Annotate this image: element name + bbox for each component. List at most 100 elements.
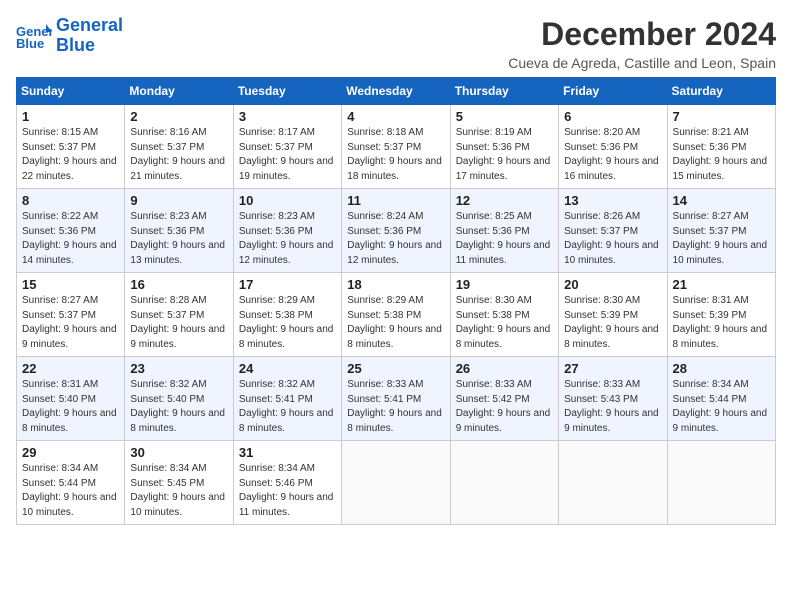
day-number: 7	[673, 109, 770, 124]
table-row: 23 Sunrise: 8:32 AMSunset: 5:40 PMDaylig…	[125, 357, 233, 441]
day-info: Sunrise: 8:15 AMSunset: 5:37 PMDaylight:…	[22, 126, 119, 184]
table-row: 26 Sunrise: 8:33 AMSunset: 5:42 PMDaylig…	[450, 357, 558, 441]
table-row: 17 Sunrise: 8:29 AMSunset: 5:38 PMDaylig…	[233, 273, 341, 357]
day-number: 21	[673, 277, 770, 292]
logo-icon: General Blue	[16, 22, 52, 50]
header-sunday: Sunday	[17, 78, 125, 105]
header-monday: Monday	[125, 78, 233, 105]
calendar-week-row: 22 Sunrise: 8:31 AMSunset: 5:40 PMDaylig…	[17, 357, 776, 441]
day-number: 27	[564, 361, 661, 376]
day-number: 2	[130, 109, 227, 124]
table-row: 12 Sunrise: 8:25 AMSunset: 5:36 PMDaylig…	[450, 189, 558, 273]
day-number: 30	[130, 445, 227, 460]
table-row: 8 Sunrise: 8:22 AMSunset: 5:36 PMDayligh…	[17, 189, 125, 273]
day-number: 12	[456, 193, 553, 208]
table-row: 7 Sunrise: 8:21 AMSunset: 5:36 PMDayligh…	[667, 105, 775, 189]
logo-text: General Blue	[56, 16, 123, 56]
table-row: 6 Sunrise: 8:20 AMSunset: 5:36 PMDayligh…	[559, 105, 667, 189]
calendar-week-row: 29 Sunrise: 8:34 AMSunset: 5:44 PMDaylig…	[17, 441, 776, 525]
day-info: Sunrise: 8:23 AMSunset: 5:36 PMDaylight:…	[239, 210, 336, 268]
day-number: 19	[456, 277, 553, 292]
day-info: Sunrise: 8:27 AMSunset: 5:37 PMDaylight:…	[673, 210, 770, 268]
day-number: 16	[130, 277, 227, 292]
day-number: 23	[130, 361, 227, 376]
day-info: Sunrise: 8:25 AMSunset: 5:36 PMDaylight:…	[456, 210, 553, 268]
day-info: Sunrise: 8:18 AMSunset: 5:37 PMDaylight:…	[347, 126, 444, 184]
day-number: 31	[239, 445, 336, 460]
day-info: Sunrise: 8:27 AMSunset: 5:37 PMDaylight:…	[22, 294, 119, 352]
day-number: 26	[456, 361, 553, 376]
header-tuesday: Tuesday	[233, 78, 341, 105]
page-header: General Blue General Blue December 2024 …	[16, 16, 776, 71]
day-number: 9	[130, 193, 227, 208]
table-row: 4 Sunrise: 8:18 AMSunset: 5:37 PMDayligh…	[342, 105, 450, 189]
day-number: 17	[239, 277, 336, 292]
table-row: 20 Sunrise: 8:30 AMSunset: 5:39 PMDaylig…	[559, 273, 667, 357]
header-wednesday: Wednesday	[342, 78, 450, 105]
day-info: Sunrise: 8:34 AMSunset: 5:45 PMDaylight:…	[130, 462, 227, 520]
header-thursday: Thursday	[450, 78, 558, 105]
day-info: Sunrise: 8:34 AMSunset: 5:44 PMDaylight:…	[22, 462, 119, 520]
table-row	[450, 441, 558, 525]
day-info: Sunrise: 8:21 AMSunset: 5:36 PMDaylight:…	[673, 126, 770, 184]
table-row: 16 Sunrise: 8:28 AMSunset: 5:37 PMDaylig…	[125, 273, 233, 357]
calendar-week-row: 1 Sunrise: 8:15 AMSunset: 5:37 PMDayligh…	[17, 105, 776, 189]
table-row: 19 Sunrise: 8:30 AMSunset: 5:38 PMDaylig…	[450, 273, 558, 357]
table-row: 24 Sunrise: 8:32 AMSunset: 5:41 PMDaylig…	[233, 357, 341, 441]
day-info: Sunrise: 8:23 AMSunset: 5:36 PMDaylight:…	[130, 210, 227, 268]
day-info: Sunrise: 8:34 AMSunset: 5:46 PMDaylight:…	[239, 462, 336, 520]
day-number: 6	[564, 109, 661, 124]
table-row	[342, 441, 450, 525]
table-row: 14 Sunrise: 8:27 AMSunset: 5:37 PMDaylig…	[667, 189, 775, 273]
table-row: 2 Sunrise: 8:16 AMSunset: 5:37 PMDayligh…	[125, 105, 233, 189]
table-row: 29 Sunrise: 8:34 AMSunset: 5:44 PMDaylig…	[17, 441, 125, 525]
table-row: 18 Sunrise: 8:29 AMSunset: 5:38 PMDaylig…	[342, 273, 450, 357]
day-info: Sunrise: 8:26 AMSunset: 5:37 PMDaylight:…	[564, 210, 661, 268]
table-row: 1 Sunrise: 8:15 AMSunset: 5:37 PMDayligh…	[17, 105, 125, 189]
table-row: 15 Sunrise: 8:27 AMSunset: 5:37 PMDaylig…	[17, 273, 125, 357]
table-row: 13 Sunrise: 8:26 AMSunset: 5:37 PMDaylig…	[559, 189, 667, 273]
calendar-header-row: Sunday Monday Tuesday Wednesday Thursday…	[17, 78, 776, 105]
day-number: 3	[239, 109, 336, 124]
day-number: 24	[239, 361, 336, 376]
day-info: Sunrise: 8:16 AMSunset: 5:37 PMDaylight:…	[130, 126, 227, 184]
table-row: 3 Sunrise: 8:17 AMSunset: 5:37 PMDayligh…	[233, 105, 341, 189]
location-title: Cueva de Agreda, Castille and Leon, Spai…	[508, 55, 776, 71]
day-number: 18	[347, 277, 444, 292]
day-info: Sunrise: 8:30 AMSunset: 5:39 PMDaylight:…	[564, 294, 661, 352]
day-number: 10	[239, 193, 336, 208]
table-row	[667, 441, 775, 525]
table-row: 25 Sunrise: 8:33 AMSunset: 5:41 PMDaylig…	[342, 357, 450, 441]
day-number: 13	[564, 193, 661, 208]
day-number: 14	[673, 193, 770, 208]
table-row: 10 Sunrise: 8:23 AMSunset: 5:36 PMDaylig…	[233, 189, 341, 273]
day-info: Sunrise: 8:29 AMSunset: 5:38 PMDaylight:…	[347, 294, 444, 352]
day-info: Sunrise: 8:17 AMSunset: 5:37 PMDaylight:…	[239, 126, 336, 184]
header-saturday: Saturday	[667, 78, 775, 105]
day-info: Sunrise: 8:33 AMSunset: 5:42 PMDaylight:…	[456, 378, 553, 436]
day-number: 8	[22, 193, 119, 208]
header-friday: Friday	[559, 78, 667, 105]
day-info: Sunrise: 8:31 AMSunset: 5:39 PMDaylight:…	[673, 294, 770, 352]
day-info: Sunrise: 8:31 AMSunset: 5:40 PMDaylight:…	[22, 378, 119, 436]
svg-text:Blue: Blue	[16, 36, 44, 50]
table-row: 9 Sunrise: 8:23 AMSunset: 5:36 PMDayligh…	[125, 189, 233, 273]
day-info: Sunrise: 8:19 AMSunset: 5:36 PMDaylight:…	[456, 126, 553, 184]
calendar-table: Sunday Monday Tuesday Wednesday Thursday…	[16, 77, 776, 525]
table-row: 31 Sunrise: 8:34 AMSunset: 5:46 PMDaylig…	[233, 441, 341, 525]
table-row: 11 Sunrise: 8:24 AMSunset: 5:36 PMDaylig…	[342, 189, 450, 273]
table-row: 30 Sunrise: 8:34 AMSunset: 5:45 PMDaylig…	[125, 441, 233, 525]
table-row: 22 Sunrise: 8:31 AMSunset: 5:40 PMDaylig…	[17, 357, 125, 441]
day-number: 28	[673, 361, 770, 376]
day-number: 29	[22, 445, 119, 460]
day-info: Sunrise: 8:34 AMSunset: 5:44 PMDaylight:…	[673, 378, 770, 436]
title-block: December 2024 Cueva de Agreda, Castille …	[508, 16, 776, 71]
day-number: 15	[22, 277, 119, 292]
day-info: Sunrise: 8:28 AMSunset: 5:37 PMDaylight:…	[130, 294, 227, 352]
day-info: Sunrise: 8:32 AMSunset: 5:40 PMDaylight:…	[130, 378, 227, 436]
day-info: Sunrise: 8:33 AMSunset: 5:41 PMDaylight:…	[347, 378, 444, 436]
calendar-week-row: 15 Sunrise: 8:27 AMSunset: 5:37 PMDaylig…	[17, 273, 776, 357]
table-row: 28 Sunrise: 8:34 AMSunset: 5:44 PMDaylig…	[667, 357, 775, 441]
table-row: 27 Sunrise: 8:33 AMSunset: 5:43 PMDaylig…	[559, 357, 667, 441]
table-row: 5 Sunrise: 8:19 AMSunset: 5:36 PMDayligh…	[450, 105, 558, 189]
